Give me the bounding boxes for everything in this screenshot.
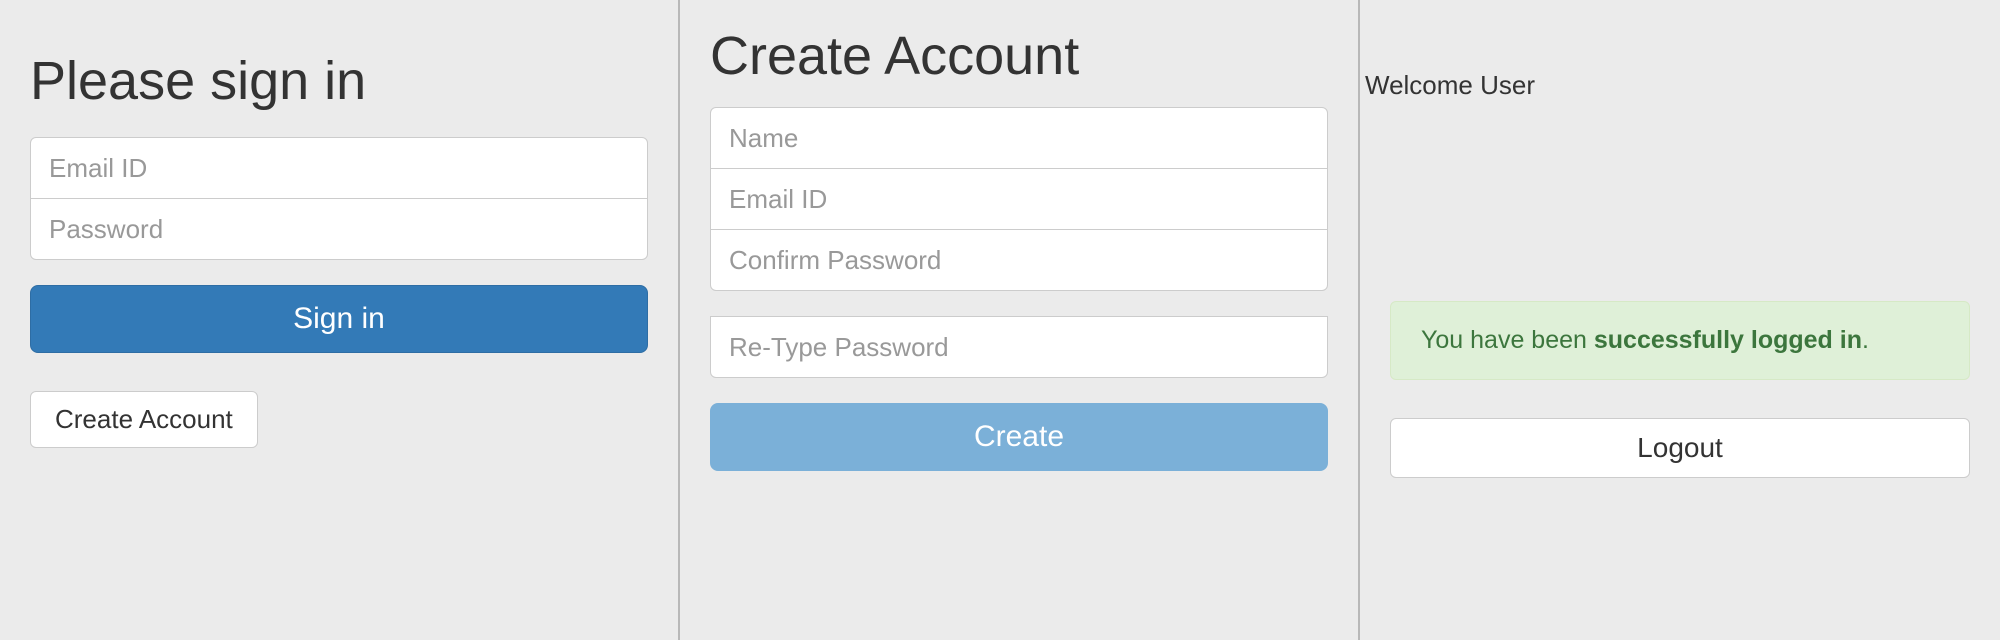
signin-panel: Please sign in Sign in Create Account	[0, 0, 680, 640]
confirm-password-field[interactable]	[710, 229, 1328, 291]
email-field[interactable]	[30, 137, 648, 199]
create-account-panel: Create Account Create	[680, 0, 1360, 640]
retype-password-field[interactable]	[710, 316, 1328, 378]
create-account-button[interactable]: Create Account	[30, 391, 258, 448]
alert-suffix: .	[1862, 326, 1869, 354]
create-button[interactable]: Create	[710, 403, 1328, 471]
retype-group	[710, 316, 1328, 378]
create-account-heading: Create Account	[710, 25, 1328, 87]
create-email-field[interactable]	[710, 168, 1328, 230]
alert-strong: successfully logged in	[1594, 326, 1862, 354]
welcome-panel: Welcome User You have been successfully …	[1360, 0, 2000, 640]
alert-prefix: You have been	[1421, 326, 1594, 354]
password-field[interactable]	[30, 198, 648, 260]
create-input-group	[710, 107, 1328, 291]
signin-heading: Please sign in	[30, 50, 648, 112]
signin-input-group	[30, 137, 648, 260]
welcome-greeting: Welcome User	[1365, 70, 1970, 101]
name-field[interactable]	[710, 107, 1328, 169]
logout-button[interactable]: Logout	[1390, 418, 1970, 478]
signin-button[interactable]: Sign in	[30, 285, 648, 353]
success-alert: You have been successfully logged in.	[1390, 301, 1970, 380]
